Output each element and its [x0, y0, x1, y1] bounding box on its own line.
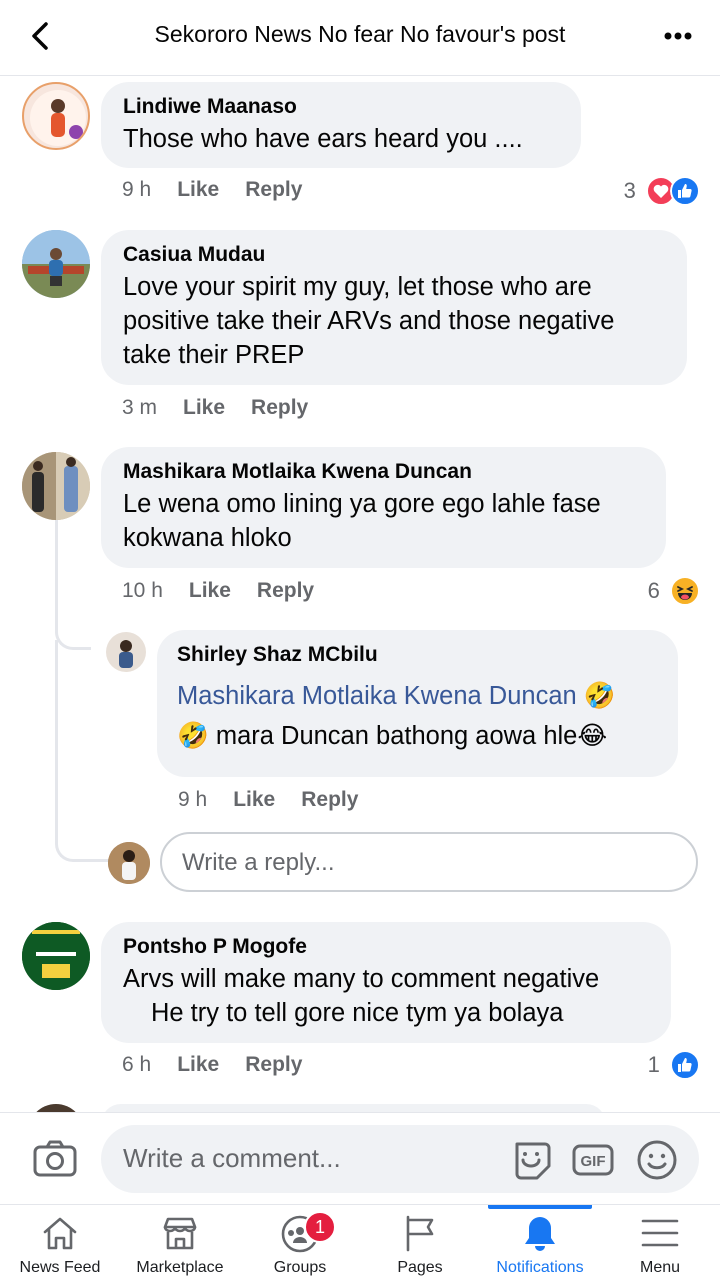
comment-actions: 9 h Like Reply [122, 175, 302, 205]
comment-text: Arvs will make many to comment negative … [123, 962, 649, 1030]
comment-composer: Write a comment... GIF [0, 1112, 720, 1204]
haha-reaction-icon [670, 576, 700, 607]
top-bar: Sekororo News No fear No favour's post [0, 0, 720, 76]
comment-time: 10 h [122, 579, 163, 602]
tab-menu[interactable]: Menu [600, 1205, 720, 1280]
reaction-summary[interactable]: 6 [647, 574, 700, 607]
comment-bubble[interactable]: Mashikara Motlaika Kwena Duncan Le wena … [101, 447, 666, 568]
bottom-navigation: News Feed Marketplace 1 Groups Pages Not… [0, 1204, 720, 1280]
reaction-count: 3 [623, 178, 636, 204]
gif-icon[interactable]: GIF [571, 1138, 615, 1182]
tab-notifications[interactable]: Notifications [484, 1205, 596, 1280]
tab-news-feed[interactable]: News Feed [0, 1205, 120, 1280]
home-icon [43, 1217, 77, 1250]
comment-author[interactable]: Casiua Mudau [123, 242, 665, 268]
camera-icon[interactable] [32, 1135, 78, 1181]
reply-input[interactable]: Write a reply... [160, 832, 698, 892]
bell-icon [525, 1217, 555, 1251]
avatar[interactable] [22, 230, 90, 298]
tab-marketplace[interactable]: Marketplace [120, 1205, 240, 1280]
page-title: Sekororo News No fear No favour's post [154, 21, 566, 47]
comment-text: Love your spirit my guy, let those who a… [123, 273, 615, 369]
reaction-summary[interactable]: 3 [623, 174, 700, 207]
comment-bubble[interactable]: Pontsho P Mogofe Arvs will make many to … [101, 922, 671, 1043]
reply-button[interactable]: Reply [301, 785, 358, 815]
sticker-icon[interactable] [509, 1138, 553, 1182]
comment-input-placeholder: Write a comment... [123, 1143, 341, 1173]
reaction-count: 1 [647, 1052, 660, 1078]
hamburger-menu-icon [641, 1219, 679, 1247]
comment-text: Those who have ears heard you .... [123, 125, 523, 153]
rolling-laughing-emoji: 🤣 [177, 722, 209, 750]
mention-link[interactable]: Mashikara Motlaika Kwena Duncan [177, 682, 577, 710]
tab-groups[interactable]: 1 Groups [240, 1205, 360, 1280]
comment-time: 9 h [122, 178, 152, 201]
comment-input[interactable]: Write a comment... GIF [101, 1125, 699, 1193]
comment-line: Arvs will make many to comment negative [123, 965, 600, 993]
reaction-summary[interactable]: 1 [647, 1048, 700, 1081]
emoji-icon[interactable] [635, 1138, 679, 1182]
reply-author[interactable]: Shirley Shaz MCbilu [177, 642, 658, 668]
tab-label: Menu [639, 1259, 681, 1276]
avatar[interactable] [106, 632, 146, 672]
comment-text: Le wena omo lining ya gore ego lahle fas… [123, 490, 601, 552]
like-button[interactable]: Like [177, 175, 219, 205]
like-button[interactable]: Like [183, 393, 225, 423]
comment-time: 3 m [122, 396, 158, 419]
reply-button[interactable]: Reply [251, 393, 308, 423]
reply-message: mara Duncan bathong aowa hle [208, 722, 578, 750]
tab-label: Marketplace [136, 1259, 224, 1276]
comment-author[interactable]: Lindiwe Maanaso [123, 94, 559, 120]
more-options-icon[interactable] [660, 22, 696, 50]
comment-line: He try to tell gore nice tym ya bolaya [151, 999, 564, 1027]
back-arrow-icon[interactable] [24, 18, 60, 54]
active-tab-indicator [488, 1205, 592, 1209]
tears-of-joy-emoji: 😂 [577, 722, 608, 750]
reply-button[interactable]: Reply [257, 576, 314, 606]
comment-actions: 10 h Like Reply [122, 576, 314, 606]
shop-icon [163, 1217, 197, 1250]
reply-actions: 9 h Like Reply [178, 785, 358, 815]
comment-bubble[interactable]: Casiua Mudau Love your spirit my guy, le… [101, 230, 687, 385]
tab-pages[interactable]: Pages [360, 1205, 480, 1280]
like-reaction-icon [670, 176, 700, 207]
reply-bubble[interactable]: Shirley Shaz MCbilu Mashikara Motlaika K… [157, 630, 678, 777]
reaction-count: 6 [647, 578, 660, 604]
reply-time: 9 h [178, 788, 208, 811]
like-button[interactable]: Like [189, 576, 231, 606]
thread-connector [55, 520, 91, 650]
flag-icon [406, 1215, 434, 1252]
avatar[interactable] [22, 82, 90, 150]
like-reaction-icon [670, 1050, 700, 1081]
comment-time: 6 h [122, 1053, 152, 1076]
rolling-laughing-emoji: 🤣 [583, 682, 616, 710]
avatar[interactable] [22, 922, 90, 990]
avatar[interactable] [22, 452, 90, 520]
like-button[interactable]: Like [177, 1050, 219, 1080]
reply-button[interactable]: Reply [245, 1050, 302, 1080]
reply-input-placeholder: Write a reply... [182, 849, 335, 876]
tab-label: Notifications [496, 1259, 584, 1276]
comment-actions: 3 m Like Reply [122, 393, 308, 423]
comment-author[interactable]: Pontsho P Mogofe [123, 934, 649, 960]
tab-label: Groups [273, 1259, 327, 1276]
my-avatar [108, 842, 150, 884]
reply-button[interactable]: Reply [245, 175, 302, 205]
tab-label: News Feed [19, 1259, 101, 1276]
tab-label: Pages [397, 1259, 443, 1276]
comment-bubble[interactable]: Lindiwe Maanaso Those who have ears hear… [101, 82, 581, 168]
notification-badge: 1 [304, 1211, 336, 1243]
reply-text: Mashikara Motlaika Kwena Duncan 🤣 🤣 mara… [177, 676, 658, 756]
comment-actions: 6 h Like Reply [122, 1050, 302, 1080]
like-button[interactable]: Like [233, 785, 275, 815]
svg-text:GIF: GIF [581, 1153, 606, 1170]
comment-author[interactable]: Mashikara Motlaika Kwena Duncan [123, 459, 644, 485]
thread-connector [55, 640, 109, 862]
